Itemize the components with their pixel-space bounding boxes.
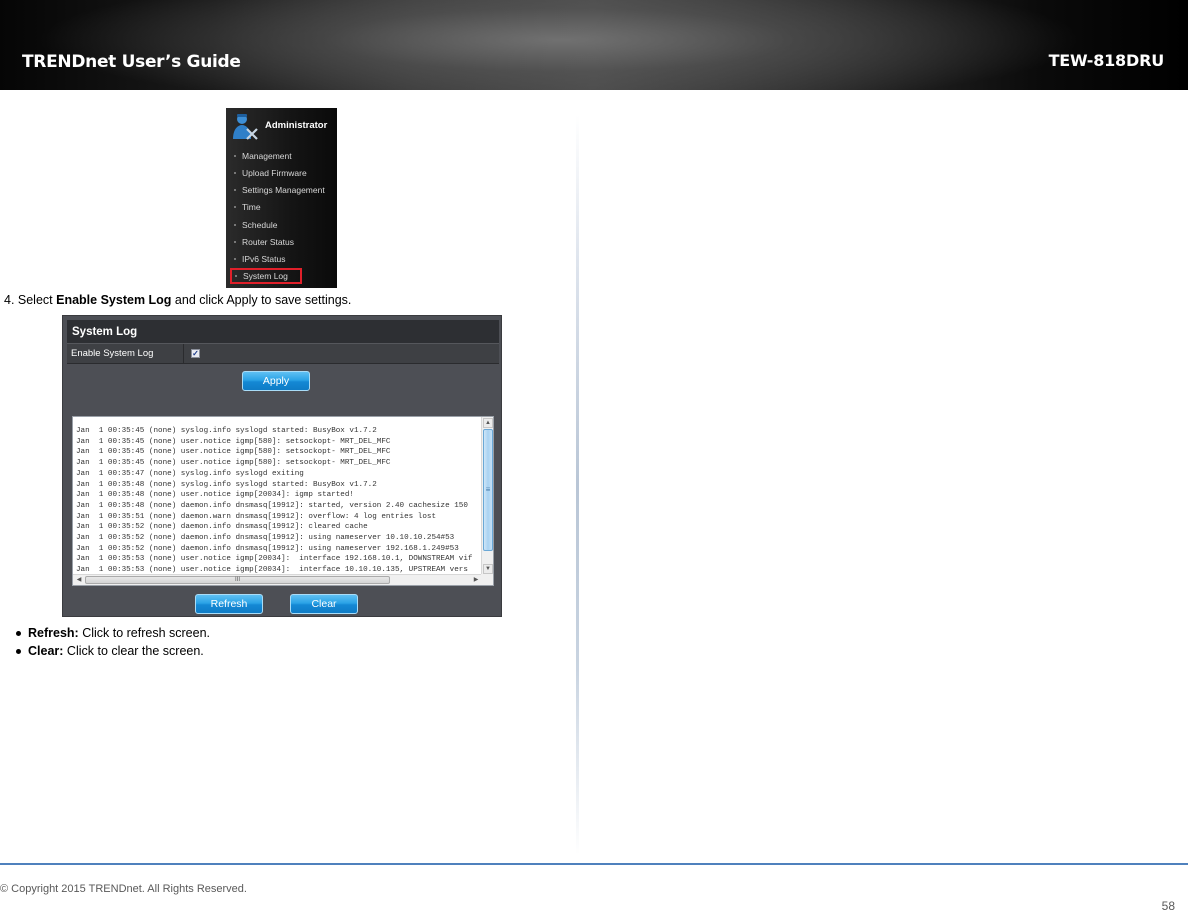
menu-item-time[interactable]: Time xyxy=(232,199,335,215)
step-prefix: 4. Select xyxy=(4,293,57,307)
log-line: Jan 1 00:35:53 (none) user.notice igmp[2… xyxy=(76,566,468,574)
horizontal-scroll-thumb[interactable]: III xyxy=(85,576,390,584)
menu-item-router-status[interactable]: Router Status xyxy=(232,234,335,250)
log-line: Jan 1 00:35:45 (none) user.notice igmp[5… xyxy=(76,448,391,457)
bullet-dot-icon xyxy=(16,631,21,636)
step-instruction: 4. Select Enable System Log and click Ap… xyxy=(4,293,351,307)
menu-item-system-log[interactable]: System Log xyxy=(230,268,302,284)
footer-rule xyxy=(0,863,1188,865)
column-divider xyxy=(576,115,579,855)
menu-item-settings-management[interactable]: Settings Management xyxy=(232,182,335,198)
bullet-dot-icon xyxy=(16,649,21,654)
log-line: Jan 1 00:35:51 (none) daemon.warn dnsmas… xyxy=(76,512,437,521)
administrator-menu-header: Administrator xyxy=(226,108,337,144)
log-line: Jan 1 00:35:45 (none) user.notice igmp[5… xyxy=(76,437,391,446)
bullet-refresh: Refresh: Click to refresh screen. xyxy=(14,624,210,642)
log-line: Jan 1 00:35:53 (none) user.notice igmp[2… xyxy=(76,555,473,564)
log-line: Jan 1 00:35:45 (none) user.notice igmp[5… xyxy=(76,459,391,468)
scroll-right-arrow-icon[interactable]: ▶ xyxy=(471,576,481,585)
resize-grip-icon[interactable] xyxy=(481,574,493,585)
administrator-menu: Administrator Management Upload Firmware… xyxy=(226,108,337,288)
refresh-button[interactable]: Refresh xyxy=(195,594,263,614)
log-line: Jan 1 00:35:48 (none) user.notice igmp[2… xyxy=(76,491,354,500)
log-line: Jan 1 00:35:52 (none) daemon.info dnsmas… xyxy=(76,544,459,553)
menu-item-ipv6-status[interactable]: IPv6 Status xyxy=(232,251,335,267)
log-line: Jan 1 00:35:48 (none) syslog.info syslog… xyxy=(76,480,377,489)
menu-item-management[interactable]: Management xyxy=(232,148,335,164)
page-number: 58 xyxy=(1161,899,1175,913)
scroll-left-arrow-icon[interactable]: ◀ xyxy=(74,576,84,585)
log-textarea[interactable]: Jan 1 00:35:45 (none) syslog.info syslog… xyxy=(72,416,494,586)
clear-button[interactable]: Clear xyxy=(290,594,358,614)
bullet-refresh-term: Refresh: xyxy=(28,626,79,640)
log-lines: Jan 1 00:35:45 (none) syslog.info syslog… xyxy=(76,426,481,574)
guide-title: TRENDnet User’s Guide xyxy=(22,52,241,72)
log-line: Jan 1 00:35:52 (none) daemon.info dnsmas… xyxy=(76,534,455,543)
enable-system-log-checkbox[interactable]: ✓ xyxy=(191,349,200,358)
step-suffix: and click Apply to save settings. xyxy=(171,293,352,307)
bullet-clear-term: Clear: xyxy=(28,644,64,658)
apply-button[interactable]: Apply xyxy=(242,371,310,391)
header-banner: TRENDnet User’s Guide TEW-818DRU xyxy=(0,0,1188,90)
bullet-clear-text: Click to clear the screen. xyxy=(63,644,204,658)
administrator-menu-title: Administrator xyxy=(265,120,328,131)
footer-copyright: © Copyright 2015 TRENDnet. All Rights Re… xyxy=(0,883,247,895)
log-line: Jan 1 00:35:45 (none) syslog.info syslog… xyxy=(76,427,377,435)
system-log-title: System Log xyxy=(67,320,499,344)
scroll-up-arrow-icon[interactable]: ▲ xyxy=(483,418,493,428)
log-line: Jan 1 00:35:48 (none) daemon.info dnsmas… xyxy=(76,501,468,510)
menu-item-schedule[interactable]: Schedule xyxy=(232,217,335,233)
step-bold: Enable System Log xyxy=(56,293,172,307)
admin-user-tools-icon xyxy=(233,114,258,140)
model-number: TEW-818DRU xyxy=(1048,51,1165,70)
log-line: Jan 1 00:35:47 (none) syslog.info syslog… xyxy=(76,469,304,478)
vertical-scroll-thumb[interactable]: ≡ xyxy=(483,429,493,551)
enable-system-log-label: Enable System Log xyxy=(67,344,184,363)
bullet-list: Refresh: Click to refresh screen. Clear:… xyxy=(14,624,210,660)
menu-item-upload-firmware[interactable]: Upload Firmware xyxy=(232,165,335,181)
enable-system-log-row: Enable System Log ✓ xyxy=(67,344,499,364)
scroll-down-arrow-icon[interactable]: ▼ xyxy=(483,564,493,574)
bullet-clear: Clear: Click to clear the screen. xyxy=(14,642,210,660)
vertical-scrollbar[interactable]: ▲ ≡ ▼ xyxy=(481,417,493,575)
bullet-refresh-text: Click to refresh screen. xyxy=(78,626,211,640)
horizontal-scrollbar[interactable]: ◀ III ▶ xyxy=(73,574,482,585)
log-line: Jan 1 00:35:52 (none) daemon.info dnsmas… xyxy=(76,523,368,532)
system-log-panel: System Log Enable System Log ✓ Apply Jan… xyxy=(62,315,502,617)
